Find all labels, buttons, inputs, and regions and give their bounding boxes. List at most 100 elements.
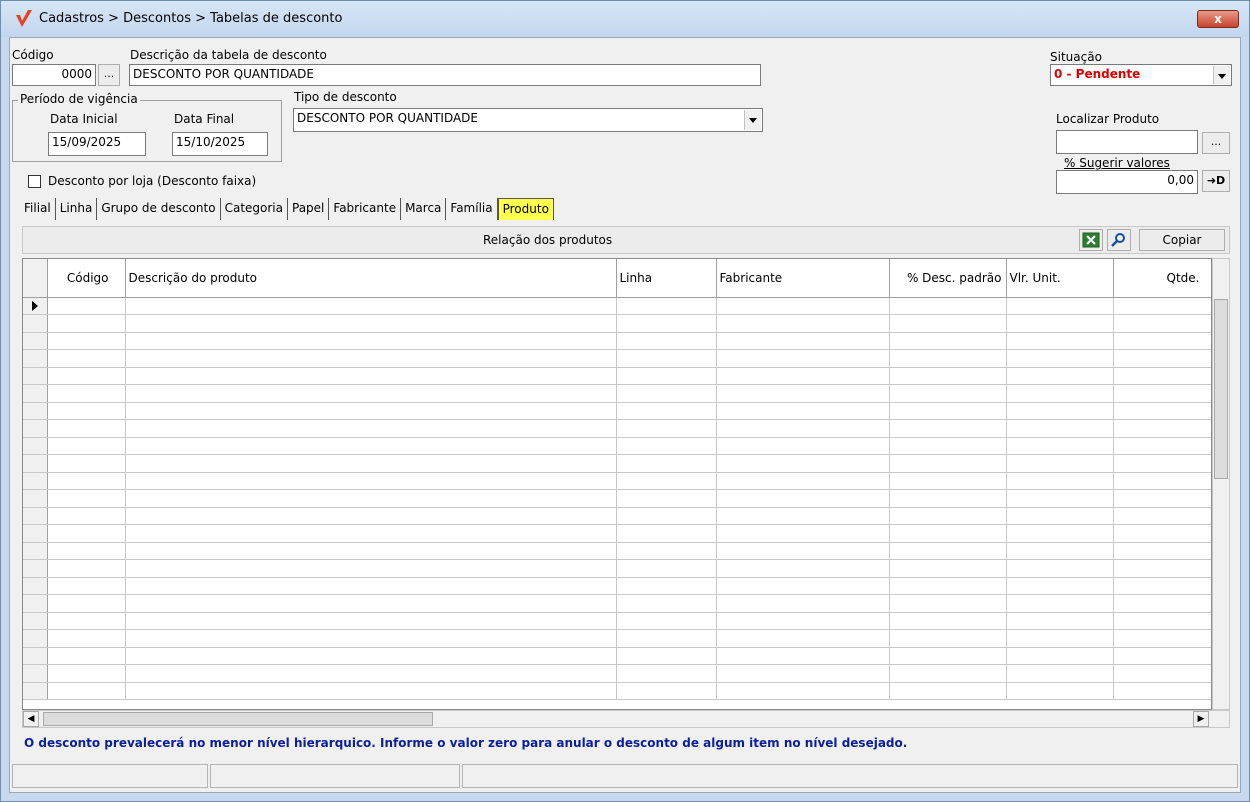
grid-cell[interactable]: [889, 559, 1007, 578]
grid-cell[interactable]: [716, 559, 890, 578]
grid-cell[interactable]: [716, 384, 890, 403]
table-row[interactable]: [23, 454, 1211, 473]
grid-cell[interactable]: [1113, 384, 1211, 403]
col-fabricante[interactable]: Fabricante: [716, 259, 890, 298]
grid-cell[interactable]: [616, 367, 717, 385]
grid-cell[interactable]: [1006, 314, 1114, 333]
grid-cell[interactable]: [616, 664, 717, 683]
grid-cell[interactable]: [1006, 524, 1114, 543]
grid-cell[interactable]: [1006, 367, 1114, 385]
grid-cell[interactable]: [1113, 367, 1211, 385]
grid-cell[interactable]: [1006, 664, 1114, 683]
table-row[interactable]: [23, 349, 1211, 368]
tab-marca[interactable]: Marca: [401, 198, 447, 220]
grid-cell[interactable]: [1006, 332, 1114, 350]
tab-fabricante[interactable]: Fabricante: [329, 198, 402, 220]
grid-cell[interactable]: [1113, 542, 1211, 560]
col-descricao[interactable]: Descrição do produto: [125, 259, 617, 298]
grid-cell[interactable]: [716, 402, 890, 420]
table-row[interactable]: [23, 664, 1211, 683]
grid-cell[interactable]: [1006, 594, 1114, 613]
sugerir-apply-button[interactable]: ➜D: [1202, 170, 1230, 192]
grid-cell[interactable]: [47, 384, 126, 403]
grid-cell[interactable]: [1113, 647, 1211, 665]
grid-cell[interactable]: [1113, 349, 1211, 368]
grid-cell[interactable]: [1113, 524, 1211, 543]
grid-cell[interactable]: [616, 489, 717, 508]
grid-cell[interactable]: [1113, 577, 1211, 595]
grid-cell[interactable]: [1113, 629, 1211, 648]
grid-cell[interactable]: [716, 419, 890, 438]
grid-cell[interactable]: [889, 629, 1007, 648]
grid-cell[interactable]: [616, 507, 717, 525]
grid-cell[interactable]: [616, 577, 717, 595]
descricao-input[interactable]: DESCONTO POR QUANTIDADE: [129, 64, 761, 86]
grid-cell[interactable]: [125, 524, 617, 543]
table-row[interactable]: [23, 332, 1211, 350]
grid-cell[interactable]: [616, 524, 717, 543]
grid-cell[interactable]: [125, 489, 617, 508]
grid-cell[interactable]: [889, 332, 1007, 350]
table-row[interactable]: [23, 314, 1211, 333]
data-inicial-input[interactable]: 15/09/2025: [48, 132, 146, 156]
grid-cell[interactable]: [889, 437, 1007, 455]
grid-cell[interactable]: [716, 314, 890, 333]
grid-cell[interactable]: [47, 612, 126, 630]
grid-cell[interactable]: [47, 419, 126, 438]
scroll-right-icon[interactable]: ▶: [1193, 711, 1209, 727]
table-row[interactable]: [23, 402, 1211, 420]
grid-cell[interactable]: [47, 577, 126, 595]
grid-cell[interactable]: [716, 454, 890, 473]
grid-cell[interactable]: [1006, 577, 1114, 595]
grid-cell[interactable]: [47, 402, 126, 420]
grid-cell[interactable]: [1006, 542, 1114, 560]
grid-cell[interactable]: [47, 559, 126, 578]
grid-cell[interactable]: [616, 542, 717, 560]
table-row[interactable]: [23, 297, 1211, 315]
grid-cell[interactable]: [1006, 489, 1114, 508]
grid-cell[interactable]: [1006, 384, 1114, 403]
tab-categoria[interactable]: Categoria: [221, 198, 288, 220]
grid-cell[interactable]: [1113, 297, 1211, 315]
grid-cell[interactable]: [889, 402, 1007, 420]
grid-cell[interactable]: [47, 367, 126, 385]
grid-cell[interactable]: [125, 472, 617, 490]
grid-cell[interactable]: [125, 594, 617, 613]
grid-cell[interactable]: [1113, 682, 1211, 700]
grid-cell[interactable]: [125, 332, 617, 350]
grid-cell[interactable]: [889, 507, 1007, 525]
table-row[interactable]: [23, 384, 1211, 403]
grid-cell[interactable]: [716, 367, 890, 385]
grid-cell[interactable]: [616, 349, 717, 368]
grid-cell[interactable]: [47, 297, 126, 315]
table-row[interactable]: [23, 472, 1211, 490]
table-row[interactable]: [23, 647, 1211, 665]
grid-cell[interactable]: [1113, 454, 1211, 473]
grid-cell[interactable]: [125, 454, 617, 473]
situacao-select[interactable]: 0 - Pendente: [1050, 64, 1232, 86]
col-vlr-unit[interactable]: Vlr. Unit.: [1006, 259, 1114, 298]
grid-cell[interactable]: [889, 577, 1007, 595]
grid-cell[interactable]: [1006, 682, 1114, 700]
grid-cell[interactable]: [1006, 349, 1114, 368]
grid-cell[interactable]: [716, 489, 890, 508]
grid-cell[interactable]: [616, 629, 717, 648]
scroll-left-icon[interactable]: ◀: [23, 711, 39, 727]
grid-cell[interactable]: [47, 682, 126, 700]
grid-cell[interactable]: [889, 367, 1007, 385]
grid-cell[interactable]: [1113, 594, 1211, 613]
grid-cell[interactable]: [125, 664, 617, 683]
grid-cell[interactable]: [1113, 419, 1211, 438]
tab-linha[interactable]: Linha: [56, 198, 98, 220]
grid-cell[interactable]: [716, 542, 890, 560]
grid-cell[interactable]: [716, 647, 890, 665]
grid-cell[interactable]: [616, 297, 717, 315]
grid-cell[interactable]: [125, 297, 617, 315]
grid-cell[interactable]: [616, 402, 717, 420]
grid-cell[interactable]: [889, 489, 1007, 508]
table-row[interactable]: [23, 594, 1211, 613]
codigo-input[interactable]: 0000: [12, 64, 96, 86]
grid-cell[interactable]: [889, 682, 1007, 700]
produtos-grid[interactable]: Código Descrição do produto Linha Fabric…: [22, 258, 1212, 710]
grid-cell[interactable]: [125, 647, 617, 665]
